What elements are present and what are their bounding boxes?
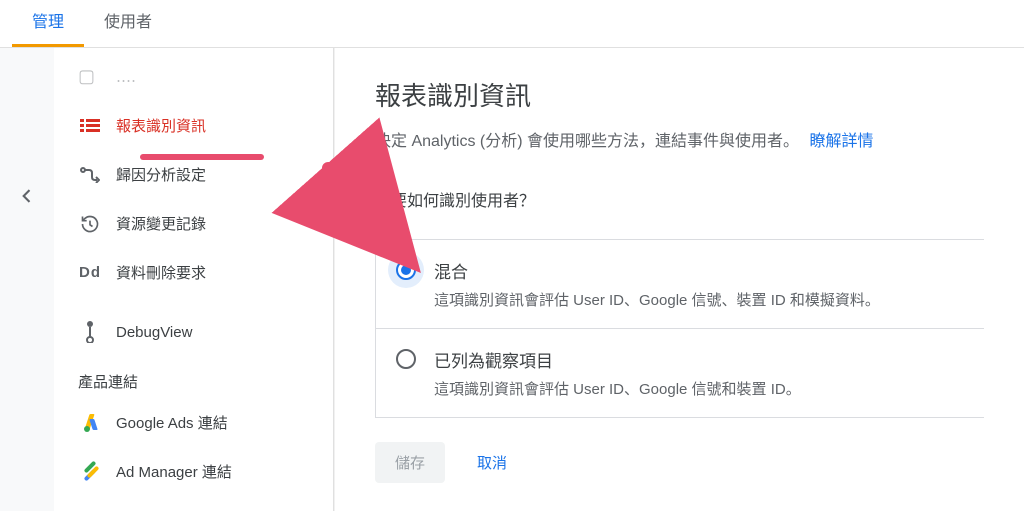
generic-icon: ▢	[78, 66, 102, 87]
page-description: 決定 Analytics (分析) 會使用哪些方法，連結事件與使用者。 瞭解詳情	[375, 127, 984, 151]
delete-icon: Dd	[78, 264, 102, 281]
sidebar-item-ad-manager[interactable]: Ad Manager 連結	[54, 447, 333, 496]
radio-icon[interactable]	[396, 349, 416, 369]
option-desc: 這項識別資訊會評估 User ID、Google 信號和裝置 ID。	[434, 378, 964, 399]
main-panel: 報表識別資訊 決定 Analytics (分析) 會使用哪些方法，連結事件與使用…	[334, 48, 1024, 511]
sidebar-section-product-links: 產品連結	[54, 357, 333, 398]
option-title: 已列為觀察項目	[434, 347, 964, 372]
top-tabs: 管理 使用者	[0, 0, 1024, 48]
debug-icon	[78, 321, 102, 343]
sidebar-item-debugview[interactable]: DebugView	[54, 307, 333, 357]
back-button[interactable]	[9, 178, 45, 214]
sidebar-item-label: DebugView	[116, 324, 192, 341]
sidebar-item-label: 資源變更記錄	[116, 213, 206, 234]
attribution-icon	[78, 167, 102, 183]
sidebar-item-change-history[interactable]: 資源變更記錄	[54, 199, 333, 248]
identity-options: 混合 這項識別資訊會評估 User ID、Google 信號、裝置 ID 和模擬…	[375, 239, 984, 418]
sidebar-item-label: Ad Manager 連結	[116, 461, 232, 482]
sidebar-item-label: 歸因分析設定	[116, 164, 206, 185]
option-observed[interactable]: 已列為觀察項目 這項識別資訊會評估 User ID、Google 信號和裝置 I…	[376, 329, 984, 418]
sidebar-item-attribution[interactable]: 歸因分析設定	[54, 150, 333, 199]
sidebar-item-hidden: ▢ ‥‥	[54, 58, 333, 101]
sidebar: ▢ ‥‥ 報表識別資訊 歸因分析設定 資源變更記錄 Dd 資料刪除要求	[54, 48, 334, 511]
option-desc: 這項識別資訊會評估 User ID、Google 信號、裝置 ID 和模擬資料。	[434, 289, 964, 310]
sidebar-item-data-deletion[interactable]: Dd 資料刪除要求	[54, 248, 333, 297]
option-title: 混合	[434, 258, 964, 283]
identity-icon	[78, 119, 102, 133]
google-ads-icon	[78, 414, 102, 432]
option-blended[interactable]: 混合 這項識別資訊會評估 User ID、Google 信號、裝置 ID 和模擬…	[376, 240, 984, 329]
history-icon	[78, 214, 102, 234]
radio-icon[interactable]	[396, 260, 416, 280]
cancel-button[interactable]: 取消	[469, 442, 515, 483]
tab-user[interactable]: 使用者	[84, 0, 172, 47]
sidebar-item-label: 報表識別資訊	[116, 115, 206, 136]
save-button[interactable]: 儲存	[375, 442, 445, 483]
ad-manager-icon	[78, 463, 102, 481]
sidebar-item-label: 資料刪除要求	[116, 262, 206, 283]
sidebar-item-reporting-identity[interactable]: 報表識別資訊	[54, 101, 333, 150]
identity-question: 您要如何識別使用者？	[375, 187, 984, 211]
tab-admin[interactable]: 管理	[12, 0, 84, 47]
learn-more-link[interactable]: 瞭解詳情	[809, 133, 873, 150]
sidebar-item-label: Google Ads 連結	[116, 412, 228, 433]
page-title: 報表識別資訊	[375, 76, 984, 113]
sidebar-item-google-ads[interactable]: Google Ads 連結	[54, 398, 333, 447]
